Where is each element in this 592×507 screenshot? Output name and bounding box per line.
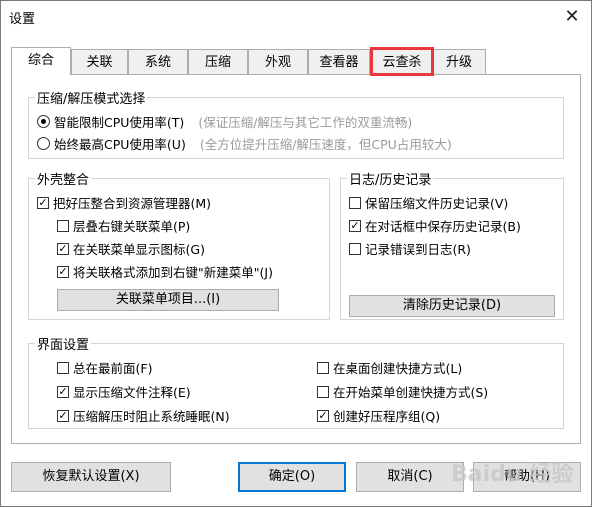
radio-smart[interactable] [37,115,50,128]
shell-group: 外壳整合 ✓ 把好压整合到资源管理器(M) 层叠右键关联菜单(P) ✓ 在关联菜… [28,169,330,320]
tab-general[interactable]: 综合 [11,47,71,75]
checkbox-label: 在开始菜单创建快捷方式(S) [333,385,489,400]
ui-settings-group-title: 界面设置 [35,334,92,353]
shell-main-checkbox[interactable]: ✓ 把好压整合到资源管理器(M) [37,193,211,212]
tab-system[interactable]: 系统 [128,49,188,74]
checkbox-icon[interactable]: ✓ [349,219,361,232]
mode-option-label: 智能限制CPU使用率(T) [54,115,185,130]
radio-max[interactable] [37,137,50,150]
history-dialog-checkbox[interactable]: ✓ 在对话框中保存历史记录(B) [349,216,521,235]
checkbox-label: 记录错误到日志(R) [365,242,471,257]
ui-settings-group: 界面设置 总在最前面(F) ✓ 显示压缩文件注释(E) ✓ 压缩解压时阻止系统睡… [28,334,564,429]
clear-history-button[interactable]: 清除历史记录(D) [349,295,555,317]
shell-group-title: 外壳整合 [35,169,92,188]
checkbox-icon[interactable]: ✓ [57,242,69,255]
checkbox-label: 层叠右键关联菜单(P) [73,219,191,234]
checkbox-icon[interactable] [349,242,361,255]
prevent-sleep-checkbox[interactable]: ✓ 压缩解压时阻止系统睡眠(N) [57,406,230,425]
association-menu-button[interactable]: 关联菜单项目...(I) [57,289,279,311]
mode-group-title: 压缩/解压模式选择 [35,88,148,107]
history-group: 日志/历史记录 保留压缩文件历史记录(V) ✓ 在对话框中保存历史记录(B) 记… [340,169,564,320]
checkbox-label: 把好压整合到资源管理器(M) [53,196,212,211]
close-icon[interactable]: ✕ [559,5,585,29]
tab-cloud-scan[interactable]: 云查杀 [370,47,434,76]
program-group-checkbox[interactable]: ✓ 创建好压程序组(Q) [317,406,440,425]
checkbox-icon[interactable] [57,219,69,232]
watermark: Baidu 经验 [451,462,574,487]
restore-defaults-button[interactable]: 恢复默认设置(X) [11,462,171,492]
desktop-shortcut-checkbox[interactable]: 在桌面创建快捷方式(L) [317,358,462,377]
history-keep-checkbox[interactable]: 保留压缩文件历史记录(V) [349,193,508,212]
mode-group: 压缩/解压模式选择 智能限制CPU使用率(T) (保证压缩/解压与其它工作的双重… [28,88,564,159]
mode-option-smart[interactable]: 智能限制CPU使用率(T) (保证压缩/解压与其它工作的双重流畅) [37,112,412,131]
checkbox-label: 总在最前面(F) [73,361,153,376]
title-bar: 设置 ✕ [1,1,591,33]
checkbox-label: 在对话框中保存历史记录(B) [365,219,521,234]
checkbox-label: 显示压缩文件注释(E) [73,385,191,400]
checkbox-icon[interactable]: ✓ [37,196,49,209]
checkbox-icon[interactable]: ✓ [317,409,329,422]
mode-option-hint: (保证压缩/解压与其它工作的双重流畅) [198,115,413,130]
tab-compression[interactable]: 压缩 [188,49,248,74]
shell-cascade-checkbox[interactable]: 层叠右键关联菜单(P) [57,216,190,235]
checkbox-label: 将关联格式添加到右键"新建菜单"(J) [73,265,273,280]
tab-association[interactable]: 关联 [71,49,128,74]
settings-window: 设置 ✕ 综合 关联 系统 压缩 外观 查看器 云查杀 升级 压缩/解压模式选择… [0,0,592,507]
cancel-button[interactable]: 取消(C) [356,462,464,492]
checkbox-icon[interactable]: ✓ [57,385,69,398]
history-errorlog-checkbox[interactable]: 记录错误到日志(R) [349,239,471,258]
ok-button[interactable]: 确定(O) [238,462,346,492]
mode-option-max[interactable]: 始终最高CPU使用率(U) (全方位提升压缩/解压速度，但CPU占用较大) [37,134,452,153]
checkbox-icon[interactable] [349,196,361,209]
checkbox-icon[interactable]: ✓ [57,409,69,422]
checkbox-label: 创建好压程序组(Q) [333,409,441,424]
general-panel: 压缩/解压模式选择 智能限制CPU使用率(T) (保证压缩/解压与其它工作的双重… [11,74,581,444]
mode-option-label: 始终最高CPU使用率(U) [54,137,186,152]
window-title: 设置 [9,12,36,27]
checkbox-label: 在桌面创建快捷方式(L) [333,361,463,376]
always-on-top-checkbox[interactable]: 总在最前面(F) [57,358,152,377]
tab-viewer[interactable]: 查看器 [308,49,370,74]
shell-icons-checkbox[interactable]: ✓ 在关联菜单显示图标(G) [57,239,205,258]
history-group-title: 日志/历史记录 [347,169,434,188]
show-comment-checkbox[interactable]: ✓ 显示压缩文件注释(E) [57,382,191,401]
checkbox-label: 压缩解压时阻止系统睡眠(N) [73,409,230,424]
checkbox-icon[interactable] [317,361,329,374]
checkbox-label: 保留压缩文件历史记录(V) [365,196,509,211]
shell-newmenu-checkbox[interactable]: ✓ 将关联格式添加到右键"新建菜单"(J) [57,262,273,281]
checkbox-icon[interactable] [317,385,329,398]
startmenu-shortcut-checkbox[interactable]: 在开始菜单创建快捷方式(S) [317,382,488,401]
tab-upgrade[interactable]: 升级 [432,49,486,74]
checkbox-icon[interactable]: ✓ [57,265,69,278]
tab-appearance[interactable]: 外观 [248,49,308,74]
mode-option-hint: (全方位提升压缩/解压速度，但CPU占用较大) [199,137,452,152]
checkbox-label: 在关联菜单显示图标(G) [73,242,205,257]
checkbox-icon[interactable] [57,361,69,374]
